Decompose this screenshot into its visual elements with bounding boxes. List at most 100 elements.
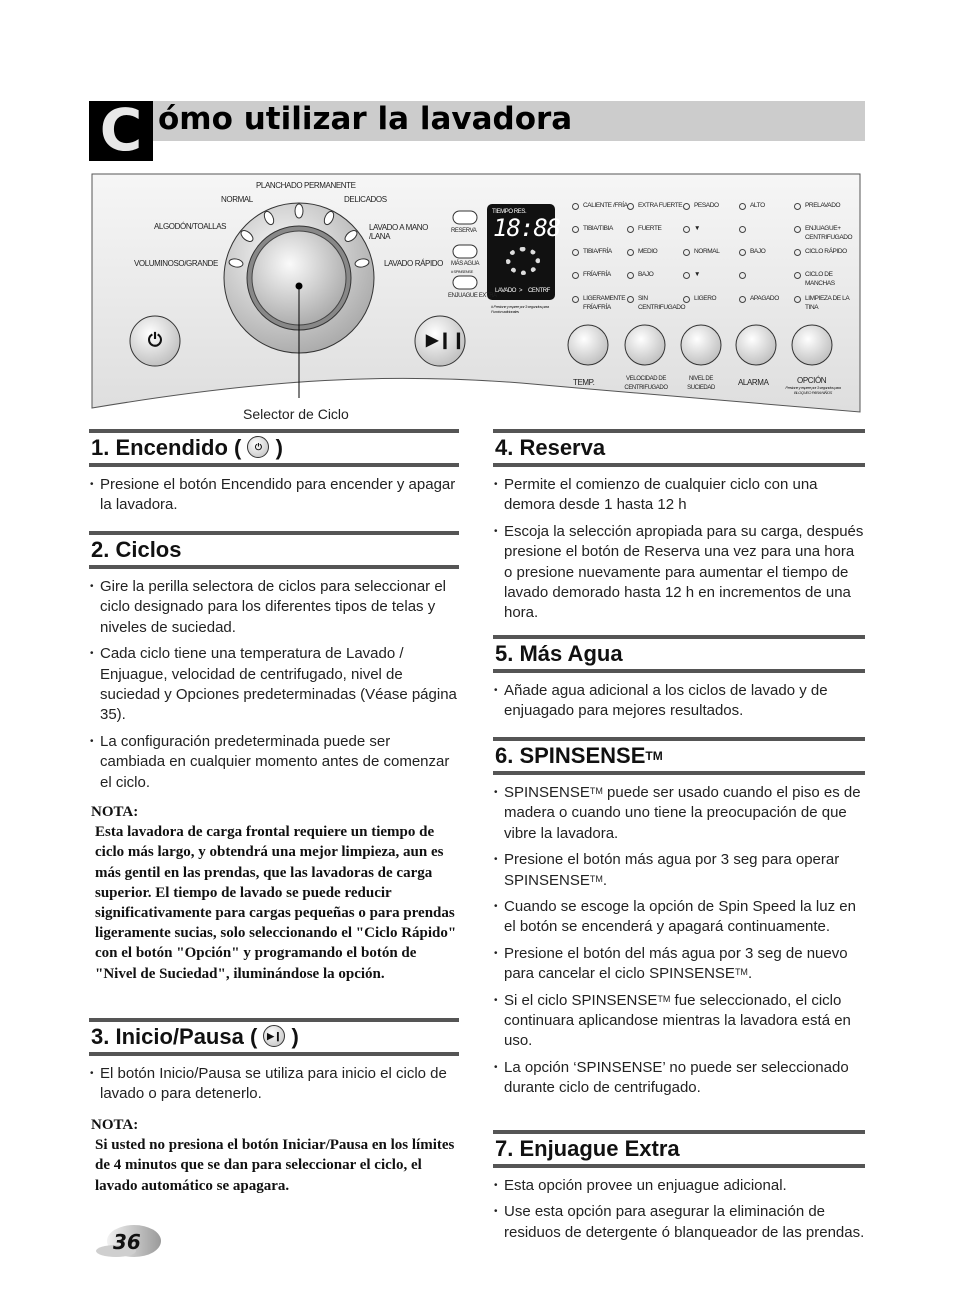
bullet-item: Esta opción provee un enjuague adicional… <box>493 1176 865 1197</box>
section-title: 3. Inicio/Pausa ( ▶❙ ) <box>91 1024 299 1049</box>
indicator-led-icon <box>794 249 801 256</box>
indicator-light: BAJO <box>739 247 800 256</box>
bullet-item: Permite el comienzo de cualquier ciclo c… <box>493 475 865 516</box>
display-stage-arrow: > <box>519 288 523 294</box>
display-progress-ring <box>506 247 540 275</box>
indicator-led-icon <box>794 296 801 303</box>
indicator-led-icon <box>739 226 746 233</box>
indicator-label: ALTO <box>750 202 765 209</box>
indicator-led-icon <box>683 226 690 233</box>
indicator-light: ▼ <box>683 270 744 279</box>
mas-agua-hint: # SPINSENSE <box>451 269 473 274</box>
indicator-label: SIN CENTRIFUGADO <box>638 295 686 311</box>
section-encendido: 1. Encendido ( ⏻ ) Presione el botón Enc… <box>89 429 459 522</box>
indicator-light: CICLO DE MANCHAS <box>794 270 855 288</box>
section-spinsense: 6. SPINSENSETM SPINSENSETM puede ser usa… <box>493 737 865 1105</box>
indicator-light: TIBIA/TIBIA <box>572 224 633 233</box>
power-button-icon: ⏻ <box>147 330 163 350</box>
indicator-light: TIBIA/FRÍA <box>572 247 633 256</box>
indicator-label: CICLO DE MANCHAS <box>805 271 835 287</box>
program-planchado-permanente: PLANCHADO PERMANENTE <box>256 181 356 190</box>
opcion-button-label: OPCIÓN <box>797 376 827 385</box>
indicator-led-icon <box>627 249 634 256</box>
bullet-item: Presione el botón más agua por 3 seg par… <box>493 850 865 891</box>
bullet-item: Gire la perilla selectora de ciclos para… <box>89 577 459 638</box>
section-mas-agua: 5. Más Agua Añade agua adicional a los c… <box>493 635 865 728</box>
indicator-light: LIGERO <box>683 294 744 303</box>
indicator-led-icon <box>572 249 579 256</box>
indicator-light: CALIENTE /FRÍA <box>572 201 633 210</box>
indicator-label: LIMPIEZA DE LA TINA <box>805 295 849 311</box>
section-title: 6. SPINSENSETM <box>495 743 663 768</box>
spin-speed-button-label: VELOCIDAD DE CENTRIFUGADO <box>624 376 668 391</box>
indicator-light: EXTRA FUERTE <box>627 201 688 210</box>
bullet-item: Cuando se escoge la opción de Spin Speed… <box>493 897 865 938</box>
indicator-light: NORMAL <box>683 247 744 256</box>
indicator-label: APAGADO <box>750 295 779 302</box>
trademark-mark: TM <box>734 967 748 978</box>
indicator-led-icon <box>739 249 746 256</box>
bullet-item: La opción ‘SPINSENSE’ no puede ser selec… <box>493 1058 865 1099</box>
alarma-button-label: ALARMA <box>738 378 769 387</box>
indicator-led-icon <box>683 203 690 210</box>
indicator-led-icon <box>683 296 690 303</box>
indicator-light: MEDIO <box>627 247 688 256</box>
indicator-led-icon <box>683 272 690 279</box>
section-reserva: 4. Reserva Permite el comienzo de cualqu… <box>493 429 865 630</box>
display-digits: 18:88 <box>493 214 561 242</box>
chapter-initial: C <box>99 96 143 164</box>
control-panel-illustration: PLANCHADO PERMANENTE NORMAL DELICADOS AL… <box>91 173 861 413</box>
trademark-mark: TM <box>589 786 603 796</box>
indicator-light: ▼ <box>683 224 744 233</box>
indicator-light: LIGERAMENTE FRÍA/FRÍA <box>572 294 633 312</box>
soil-level-button-label: NIVEL DE SUCIEDAD <box>687 376 715 391</box>
indicator-led-icon <box>572 203 579 210</box>
bullet-item: SPINSENSETM puede ser usado cuando el pi… <box>493 783 865 844</box>
opcion-hint: Presione y espere por 3 segundos para BL… <box>785 385 841 395</box>
indicator-light: BAJO <box>627 270 688 279</box>
indicator-led-icon <box>794 203 801 210</box>
section-title: 1. Encendido ( ⏻ ) <box>91 435 283 460</box>
indicator-led-icon <box>627 203 634 210</box>
section-title: 5. Más Agua <box>495 641 623 666</box>
start-pause-button-icon: ▶❙❙ <box>426 332 466 349</box>
section-enjuague-extra: 7. Enjuague Extra Esta opción provee un … <box>493 1130 865 1249</box>
program-delicados: DELICADOS <box>344 195 387 204</box>
bullet-item: Use esta opción para asegurar la elimina… <box>493 1202 865 1243</box>
indicator-label: LIGERO <box>694 295 717 302</box>
indicator-light: APAGADO <box>739 294 800 303</box>
indicator-led-icon <box>572 272 579 279</box>
indicator-led-icon <box>739 203 746 210</box>
indicator-label: PESADO <box>694 202 719 209</box>
indicator-led-icon <box>739 296 746 303</box>
note-inicio-pausa: NOTA: Si usted no presiona el botón Inic… <box>91 1117 455 1194</box>
indicator-label: BAJO <box>638 271 654 278</box>
trademark-mark: TM <box>589 873 603 884</box>
indicator-light <box>739 270 800 279</box>
start-pause-icon: ▶❙ <box>263 1025 286 1048</box>
trademark-mark: TM <box>657 993 671 1004</box>
indicator-light: ENJUAGUE+ CENTRIFUGADO <box>794 224 855 242</box>
indicator-light: FRÍA/FRÍA <box>572 270 633 279</box>
display-stage-spin: CENTRF <box>528 288 550 294</box>
program-algodon-toallas: ALGODÓN/TOALLAS <box>154 222 227 231</box>
indicator-light: LIMPIEZA DE LA TINA <box>794 294 855 312</box>
temp-button-label: TEMP. <box>573 378 595 387</box>
section-title: 4. Reserva <box>495 435 606 460</box>
bullet-item: Escoja la selección apropiada para su ca… <box>493 522 865 624</box>
indicator-led-icon <box>794 226 801 233</box>
bullet-item: Si el ciclo SPINSENSETM fue seleccionado… <box>493 991 865 1052</box>
program-lavado-a-mano-lana: LAVADO A MANO /LANA <box>369 223 428 241</box>
indicator-label: PRELAVADO <box>805 202 841 209</box>
indicator-label: LIGERAMENTE FRÍA/FRÍA <box>583 295 626 311</box>
note-ciclos: NOTA: Esta lavadora de carga frontal req… <box>91 804 457 982</box>
page-title: ómo utilizar la lavadora <box>158 101 573 137</box>
section-title: 7. Enjuague Extra <box>495 1136 680 1161</box>
selector-caption: Selector de Ciclo <box>243 406 349 422</box>
indicator-label: TIBIA/FRÍA <box>583 248 612 255</box>
indicator-light: CICLO RÁPIDO <box>794 247 855 256</box>
indicator-led-icon <box>627 296 634 303</box>
page-number: 36 <box>113 1230 141 1254</box>
indicator-led-icon <box>627 272 634 279</box>
indicator-label: CICLO RÁPIDO <box>805 248 847 255</box>
